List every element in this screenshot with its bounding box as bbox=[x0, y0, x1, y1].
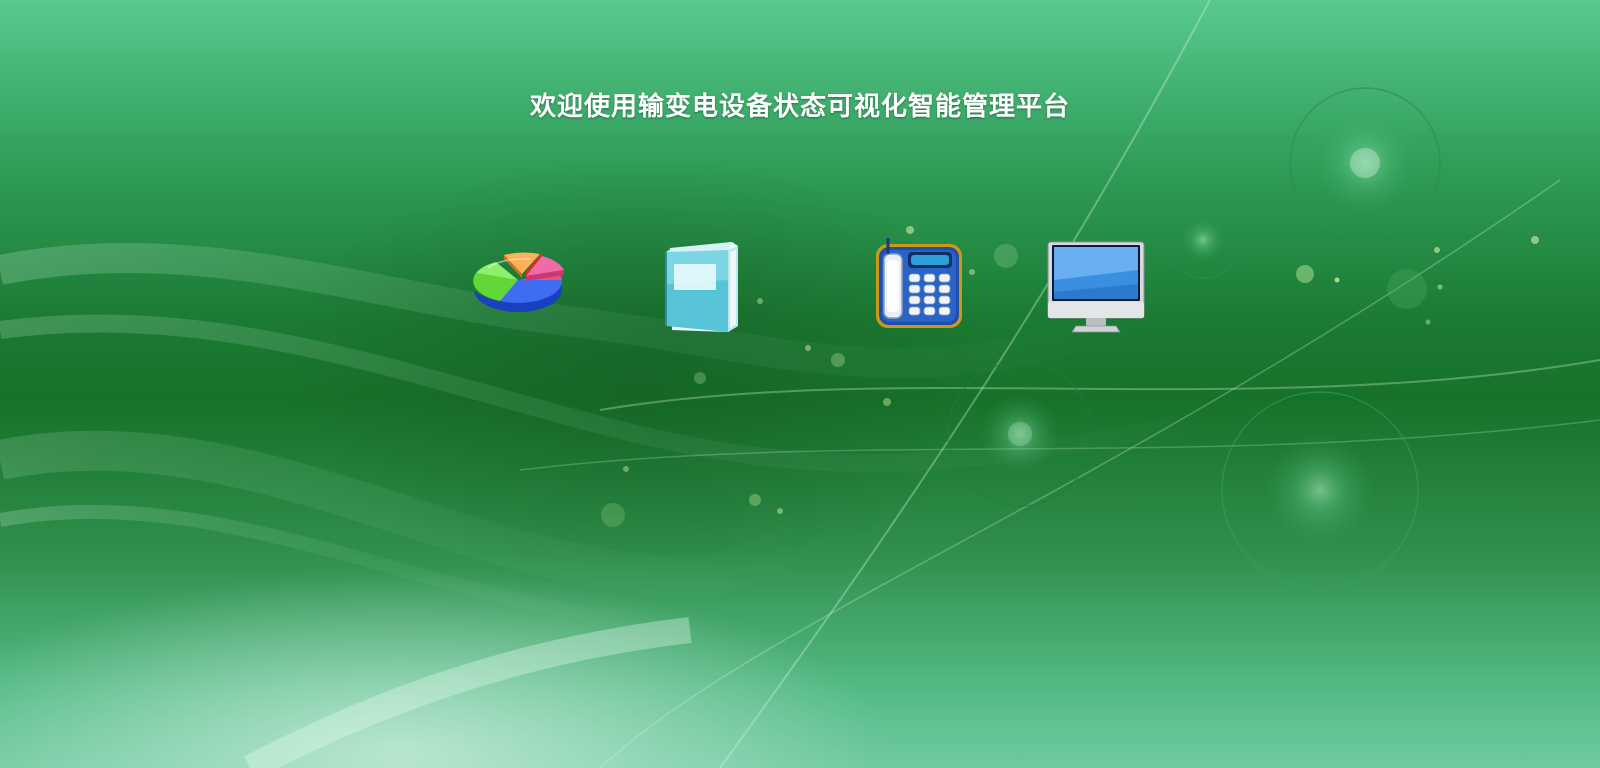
book-icon[interactable] bbox=[662, 240, 742, 334]
pie-chart-icon[interactable] bbox=[470, 250, 566, 316]
telephone-icon[interactable] bbox=[874, 238, 964, 330]
page-title: 欢迎使用输变电设备状态可视化智能管理平台 bbox=[529, 92, 1070, 122]
monitor-icon[interactable] bbox=[1046, 240, 1146, 334]
